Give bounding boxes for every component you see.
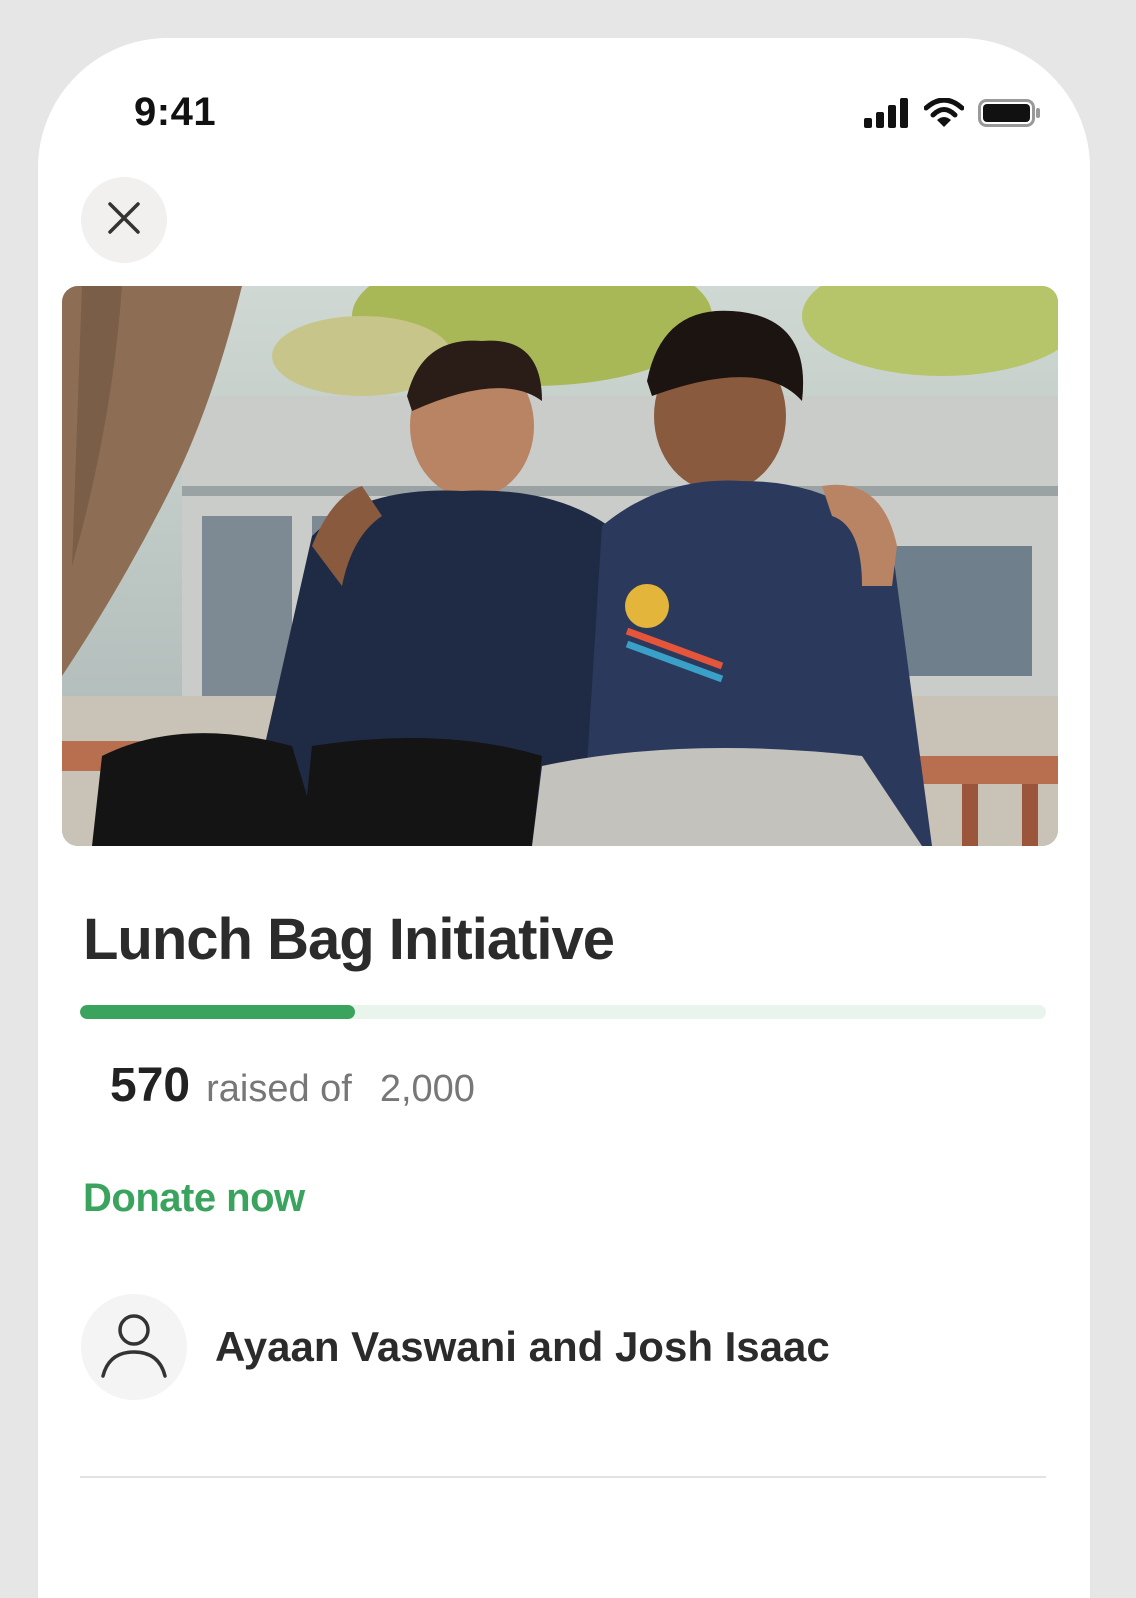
wifi-icon [923,97,965,133]
fundraising-amounts: 570 raised of 2,000 [110,1058,475,1113]
progress-bar [80,1005,1046,1019]
battery-icon [978,98,1042,133]
close-icon [107,201,141,240]
organizer-names: Ayaan Vaswani and Josh Isaac [215,1323,830,1370]
campaign-title: Lunch Bag Initiative [83,907,615,972]
campaign-photo [62,286,1058,846]
cellular-signal-icon [864,98,910,133]
goal-amount: 2,000 [379,1068,475,1110]
divider [80,1476,1046,1478]
status-icons [864,97,1042,133]
status-time: 9:41 [134,90,217,134]
donate-now-link[interactable]: Donate now [83,1176,305,1221]
close-button[interactable] [81,177,167,263]
user-icon [97,1308,171,1387]
avatar [81,1294,187,1400]
progress-fill [80,1005,356,1019]
raised-label: raised of [206,1068,352,1110]
raised-amount: 570 [110,1059,191,1112]
phone-screen: 9:41 Lunch Bag Initiative 570 raised of … [38,38,1090,1598]
organizer-row: Ayaan Vaswani and Josh Isaac [81,1294,830,1400]
